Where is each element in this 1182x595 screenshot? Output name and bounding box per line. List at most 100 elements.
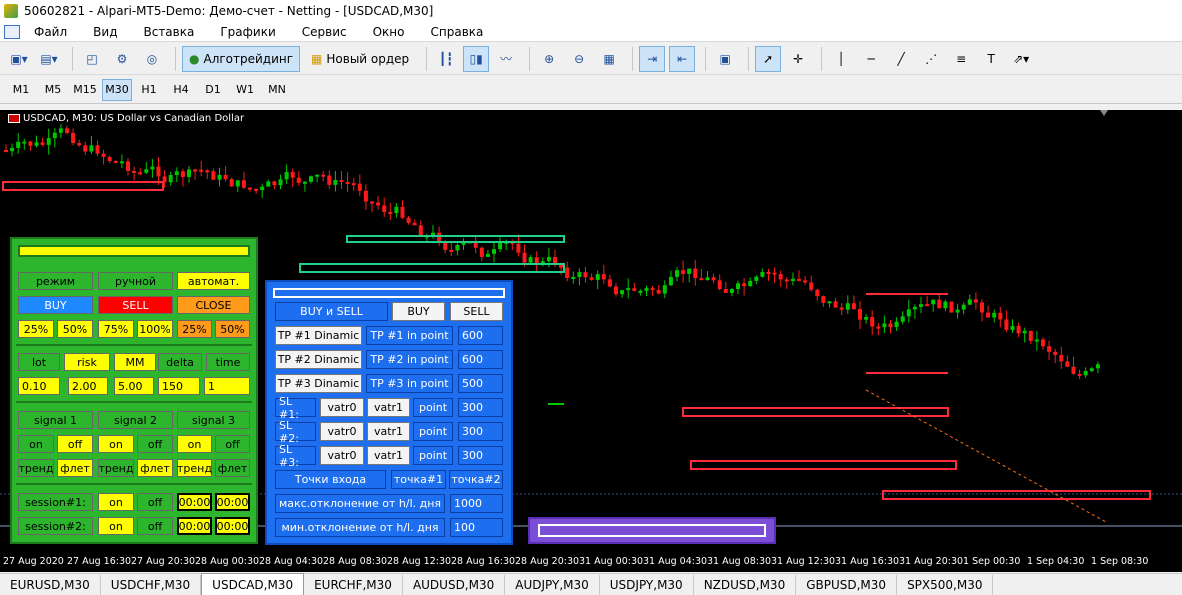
manual-button[interactable]: ручной xyxy=(98,272,173,290)
partial-pct-50[interactable]: 50% xyxy=(215,320,250,338)
session-1-end[interactable]: 00:00 xyxy=(215,493,250,511)
symbol-tab[interactable]: SPX500,M30 xyxy=(897,575,994,595)
tf-h4[interactable]: H4 xyxy=(166,79,196,101)
tp3-value-input[interactable]: 500 xyxy=(458,374,503,393)
menu-tools[interactable]: Сервис xyxy=(289,22,360,42)
menu-charts[interactable]: Графики xyxy=(207,22,288,42)
tf-m5[interactable]: M5 xyxy=(38,79,68,101)
tp2-point-button[interactable]: TP #2 in point xyxy=(366,350,453,369)
sl1-vatr0-button[interactable]: vatr0 xyxy=(320,398,364,417)
signal-2-trend[interactable]: тренд xyxy=(98,459,134,477)
autoscroll-icon[interactable]: ⇥ xyxy=(639,45,666,72)
session-2-end[interactable]: 00:00 xyxy=(215,517,250,535)
session-2-off[interactable]: off xyxy=(137,517,173,535)
arrows-icon[interactable]: ⇗▾ xyxy=(1008,46,1034,72)
tile-windows-icon[interactable]: ▦ xyxy=(596,46,622,72)
horizontal-line-icon[interactable]: ─ xyxy=(858,46,884,72)
max-deviation-input[interactable]: 1000 xyxy=(450,494,503,513)
indicators-icon[interactable]: ▣ xyxy=(712,46,738,72)
symbol-tab[interactable]: USDCHF,M30 xyxy=(101,575,202,595)
market-watch-icon[interactable]: ◰ xyxy=(79,46,105,72)
menu-view[interactable]: Вид xyxy=(80,22,130,42)
signal-3-trend[interactable]: тренд xyxy=(177,459,212,477)
tf-w1[interactable]: W1 xyxy=(230,79,260,101)
symbol-tab[interactable]: AUDUSD,M30 xyxy=(403,575,506,595)
chart-shift-icon[interactable]: ⇤ xyxy=(669,45,696,72)
partial-pct-25[interactable]: 25% xyxy=(177,320,212,338)
delta-input[interactable]: 150 xyxy=(158,377,200,395)
trendline-icon[interactable]: ╱ xyxy=(888,46,914,72)
text-icon[interactable]: T xyxy=(978,46,1004,72)
new-chart-icon[interactable]: ▣▾ xyxy=(6,46,32,72)
symbol-tab[interactable]: NZDUSD,M30 xyxy=(694,575,797,595)
tf-m15[interactable]: M15 xyxy=(70,79,100,101)
signal-1-flat[interactable]: флет xyxy=(57,459,93,477)
signal-2-flat[interactable]: флет xyxy=(137,459,173,477)
purple-indicator-panel[interactable] xyxy=(528,517,776,544)
line-chart-icon[interactable]: 〰 xyxy=(493,46,519,72)
mm-input[interactable]: 5.00 xyxy=(114,377,154,395)
profiles-icon[interactable]: ▤▾ xyxy=(36,46,62,72)
close-pct-100[interactable]: 100% xyxy=(137,320,173,338)
close-button[interactable]: CLOSE xyxy=(177,296,250,314)
tp1-point-button[interactable]: TP #1 in point xyxy=(366,326,453,345)
auto-button[interactable]: автомат. xyxy=(177,272,250,290)
sl2-vatr1-button[interactable]: vatr1 xyxy=(367,422,410,441)
chart-window-icon[interactable] xyxy=(4,24,20,39)
algotrading-button[interactable]: ● Алготрейдинг xyxy=(182,45,301,72)
entry-points-button[interactable]: Точки входа xyxy=(275,470,386,489)
tp3-dynamic-button[interactable]: TP #3 Dinamic xyxy=(275,374,362,393)
tp2-dynamic-button[interactable]: TP #2 Dinamic xyxy=(275,350,362,369)
sl3-value-input[interactable]: 300 xyxy=(458,446,503,465)
min-deviation-input[interactable]: 100 xyxy=(450,518,503,537)
fibonacci-fan-icon[interactable]: ⋰ xyxy=(918,46,944,72)
menu-file[interactable]: Файл xyxy=(34,25,67,39)
zoom-out-icon[interactable]: ⊖ xyxy=(566,46,592,72)
session-2-start[interactable]: 00:00 xyxy=(177,517,212,535)
entry-point-2-button[interactable]: точка#2 xyxy=(449,470,503,489)
data-window-icon[interactable]: ⚙ xyxy=(109,46,135,72)
signal-3-on[interactable]: on xyxy=(177,435,212,453)
symbol-tab[interactable]: GBPUSD,M30 xyxy=(796,575,898,595)
menu-window[interactable]: Окно xyxy=(360,22,418,42)
close-pct-50[interactable]: 50% xyxy=(57,320,93,338)
fibonacci-icon[interactable]: ≡ xyxy=(948,46,974,72)
signal-2-on[interactable]: on xyxy=(98,435,134,453)
session-1-off[interactable]: off xyxy=(137,493,173,511)
sl3-point-button[interactable]: point xyxy=(413,446,453,465)
symbol-tab[interactable]: AUDJPY,M30 xyxy=(505,575,600,595)
tp3-point-button[interactable]: TP #3 in point xyxy=(366,374,453,393)
close-pct-25[interactable]: 25% xyxy=(18,320,54,338)
signal-1-on[interactable]: on xyxy=(18,435,54,453)
tp2-value-input[interactable]: 600 xyxy=(458,350,503,369)
sl1-value-input[interactable]: 300 xyxy=(458,398,503,417)
buy-button[interactable]: BUY xyxy=(18,296,93,314)
sl1-point-button[interactable]: point xyxy=(413,398,453,417)
symbol-tab[interactable]: USDJPY,M30 xyxy=(600,575,694,595)
tf-mn[interactable]: MN xyxy=(262,79,292,101)
sl1-vatr1-button[interactable]: vatr1 xyxy=(367,398,410,417)
tp1-dynamic-button[interactable]: TP #1 Dinamic xyxy=(275,326,362,345)
menu-help[interactable]: Справка xyxy=(418,22,497,42)
sl2-point-button[interactable]: point xyxy=(413,422,453,441)
signal-2-off[interactable]: off xyxy=(137,435,173,453)
symbol-tab[interactable]: EURCHF,M30 xyxy=(304,575,403,595)
zoom-in-icon[interactable]: ⊕ xyxy=(536,46,562,72)
buy-only-button[interactable]: BUY xyxy=(392,302,445,321)
lot-input[interactable]: 0.10 xyxy=(18,377,60,395)
symbol-tab[interactable]: EURUSD,M30 xyxy=(0,575,101,595)
buy-and-sell-button[interactable]: BUY и SELL xyxy=(275,302,388,321)
sl3-vatr0-button[interactable]: vatr0 xyxy=(320,446,364,465)
signal-3-flat[interactable]: флет xyxy=(215,459,250,477)
tp1-value-input[interactable]: 600 xyxy=(458,326,503,345)
sell-only-button[interactable]: SELL xyxy=(450,302,503,321)
risk-input[interactable]: 2.00 xyxy=(68,377,108,395)
crosshair-icon[interactable]: ✛ xyxy=(785,46,811,72)
cursor-icon[interactable]: ➚ xyxy=(755,45,782,72)
session-1-on[interactable]: on xyxy=(98,493,134,511)
signal-3-off[interactable]: off xyxy=(215,435,250,453)
signal-1-trend[interactable]: тренд xyxy=(18,459,54,477)
signal-1-off[interactable]: off xyxy=(57,435,93,453)
tf-m30[interactable]: M30 xyxy=(102,78,132,101)
vertical-line-icon[interactable]: │ xyxy=(828,46,854,72)
